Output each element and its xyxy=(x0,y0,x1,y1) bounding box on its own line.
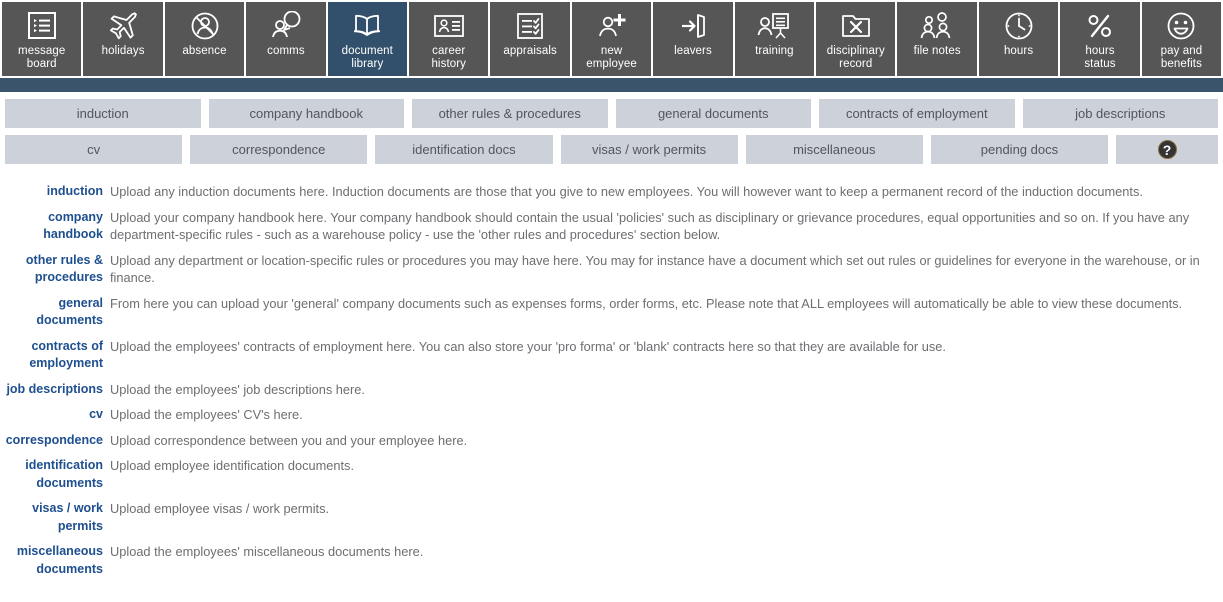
description-term: general documents xyxy=(36,295,103,328)
category-button-induction[interactable]: induction xyxy=(5,99,201,128)
description-term: job descriptions xyxy=(6,381,103,396)
toolbar-item-pay-and-benefits[interactable]: pay and benefits xyxy=(1141,0,1223,78)
description-text: Upload the employees' CV's here. xyxy=(110,407,303,422)
description-term: contracts of employment xyxy=(29,338,103,371)
toolbar-item-label: pay and benefits xyxy=(1160,45,1203,70)
toolbar-item-label: holidays xyxy=(101,45,145,57)
description-term: miscellaneous documents xyxy=(16,544,103,576)
description-term: identification documents xyxy=(25,458,103,490)
description-term: cv xyxy=(89,407,103,421)
toolbar-item-disciplinary-record[interactable]: disciplinary record xyxy=(816,0,898,78)
description-term: correspondence xyxy=(5,432,103,447)
category-button-cv[interactable]: cv xyxy=(5,135,183,164)
toolbar-item-label: career history xyxy=(431,45,467,70)
toolbar-item-label: training xyxy=(755,45,794,57)
training-board-icon xyxy=(756,8,792,44)
category-button-job-descriptions[interactable]: job descriptions xyxy=(1022,99,1218,128)
description-row: correspondence Upload correspondence bet… xyxy=(0,432,1215,450)
description-text: Upload any induction documents here. Ind… xyxy=(110,184,1143,199)
folder-cross-icon xyxy=(839,8,873,44)
description-term: company handbook xyxy=(43,209,103,242)
toolbar-item-training[interactable]: training xyxy=(734,0,817,78)
toolbar-item-absence[interactable]: absence xyxy=(164,0,247,78)
document-category-row-2: cv correspondence identification docs vi… xyxy=(0,135,1223,164)
toolbar-item-label: file notes xyxy=(913,45,961,57)
description-term: induction xyxy=(46,184,103,198)
toolbar-item-label: disciplinary record xyxy=(826,45,885,70)
toolbar-item-label: appraisals xyxy=(503,45,557,57)
toolbar-item-new-employee[interactable]: new employee xyxy=(571,0,654,78)
description-row: contracts of employment Upload the emplo… xyxy=(0,338,1215,373)
toolbar-item-hours-status[interactable]: hours status xyxy=(1060,0,1142,78)
category-button-company-handbook[interactable]: company handbook xyxy=(208,99,404,128)
toolbar-item-label: message board xyxy=(18,45,66,70)
two-people-notes-icon xyxy=(919,8,955,44)
checklist-icon xyxy=(514,8,546,44)
document-category-row-1: induction company handbook other rules &… xyxy=(0,99,1223,128)
toolbar-item-comms[interactable]: comms xyxy=(246,0,328,78)
category-button-other-rules-procedures[interactable]: other rules & procedures xyxy=(412,99,608,128)
description-text: Upload any department or location-specif… xyxy=(110,252,1200,286)
toolbar-item-label: absence xyxy=(182,45,227,57)
description-text: Upload your company handbook here. Your … xyxy=(110,209,1190,243)
description-term: other rules & procedures xyxy=(25,252,103,285)
toolbar-item-file-notes[interactable]: file notes xyxy=(897,0,979,78)
toolbar-item-career-history[interactable]: career history xyxy=(409,0,491,78)
toolbar-item-holidays[interactable]: holidays xyxy=(83,0,165,78)
description-text: From here you can upload your 'general' … xyxy=(110,295,1183,311)
description-row: general documents From here you can uplo… xyxy=(0,295,1215,330)
description-text: Upload the employees' contracts of emplo… xyxy=(110,338,946,354)
toolbar-item-label: document library xyxy=(341,45,393,70)
description-row: visas / work permits Upload employee vis… xyxy=(0,500,1215,535)
percent-icon xyxy=(1084,8,1116,44)
description-text: Upload the employees' job descriptions h… xyxy=(110,381,365,397)
category-descriptions-list: induction Upload any induction documents… xyxy=(0,183,1223,578)
comms-speech-bubble-icon xyxy=(269,8,303,44)
category-button-visas-work-permits[interactable]: visas / work permits xyxy=(560,135,738,164)
description-row: other rules & procedures Upload any depa… xyxy=(0,252,1215,287)
person-plus-icon xyxy=(595,8,629,44)
category-button-identification-docs[interactable]: identification docs xyxy=(375,135,553,164)
toolbar-item-label: hours xyxy=(1003,45,1034,57)
help-button[interactable]: ? xyxy=(1116,135,1219,164)
description-text: Upload employee identification documents… xyxy=(110,458,354,473)
category-button-contracts-of-employment[interactable]: contracts of employment xyxy=(819,99,1015,128)
description-term: visas / work permits xyxy=(32,501,103,533)
open-book-icon xyxy=(350,8,384,44)
id-card-icon xyxy=(431,8,467,44)
category-button-general-documents[interactable]: general documents xyxy=(615,99,811,128)
description-row: miscellaneous documents Upload the emplo… xyxy=(0,543,1215,578)
toolbar-item-message-board[interactable]: message board xyxy=(0,0,84,78)
category-button-miscellaneous[interactable]: miscellaneous xyxy=(745,135,923,164)
message-board-icon xyxy=(26,8,58,44)
toolbar-item-label: hours status xyxy=(1084,45,1116,70)
document-category-nav: induction company handbook other rules &… xyxy=(0,92,1223,164)
exit-door-icon xyxy=(677,8,709,44)
airplane-icon xyxy=(106,8,140,44)
description-text: Upload correspondence between you and yo… xyxy=(110,432,468,448)
smiley-face-icon xyxy=(1165,8,1197,44)
toolbar-item-appraisals[interactable]: appraisals xyxy=(490,0,572,78)
description-text: Upload the employees' miscellaneous docu… xyxy=(110,544,424,559)
toolbar-item-document-library[interactable]: document library xyxy=(327,0,410,78)
description-row: induction Upload any induction documents… xyxy=(0,183,1215,201)
toolbar-item-label: comms xyxy=(267,45,305,57)
category-button-pending-docs[interactable]: pending docs xyxy=(930,135,1109,164)
absence-person-crossed-icon xyxy=(189,8,221,44)
clock-icon xyxy=(1003,8,1035,44)
toolbar-item-label: leavers xyxy=(674,45,712,57)
toolbar-item-label: new employee xyxy=(586,45,637,70)
help-question-icon: ? xyxy=(1157,140,1177,159)
description-row: cv Upload the employees' CV's here. xyxy=(0,406,1215,424)
toolbar-item-hours[interactable]: hours xyxy=(978,0,1061,78)
description-row: job descriptions Upload the employees' j… xyxy=(0,381,1215,399)
section-divider-bar xyxy=(0,78,1223,92)
description-text: Upload employee visas / work permits. xyxy=(110,501,330,516)
description-row: identification documents Upload employee… xyxy=(0,457,1215,492)
category-button-correspondence[interactable]: correspondence xyxy=(190,135,368,164)
main-toolbar: message board holidays absence comms doc… xyxy=(0,0,1223,78)
toolbar-item-leavers[interactable]: leavers xyxy=(653,0,735,78)
description-row: company handbook Upload your company han… xyxy=(0,209,1215,244)
